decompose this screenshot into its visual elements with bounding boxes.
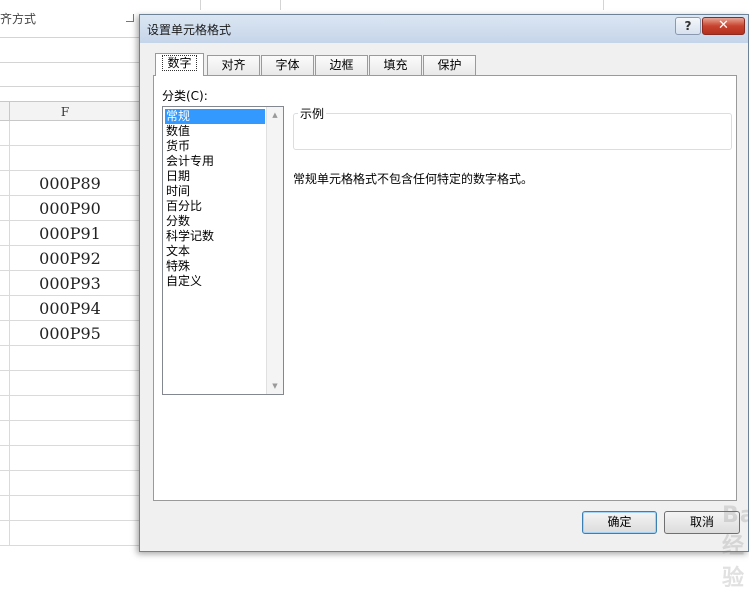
cell[interactable]: 000P94 (10, 296, 130, 321)
grid-row (0, 446, 140, 471)
formula-bar-bottom (0, 86, 140, 87)
cell[interactable] (10, 371, 130, 396)
category-item-time[interactable]: 时间 (165, 184, 265, 199)
dialog-titlebar[interactable]: 设置单元格格式 ? ✕ (140, 15, 748, 43)
ribbon-group-alignment-label: 齐方式 (0, 12, 37, 26)
dialog-title: 设置单元格格式 (147, 23, 232, 37)
cell[interactable] (10, 446, 130, 471)
cell[interactable] (10, 421, 130, 446)
category-scrollbar[interactable]: ▲ ▼ (266, 107, 283, 394)
sample-groupbox: 示例 (293, 105, 732, 150)
ok-button[interactable]: 确定 (582, 511, 657, 534)
grid-row: 000P94 (0, 296, 140, 321)
column-header-f[interactable]: F (10, 102, 150, 122)
category-label: 分类(C): (162, 89, 208, 103)
cell[interactable]: 000P92 (10, 246, 130, 271)
ribbon-bottom-border (0, 37, 140, 38)
category-item-general[interactable]: 常规 (165, 109, 265, 124)
grid-row: 000P89 (0, 171, 140, 196)
cell[interactable] (10, 496, 130, 521)
cell[interactable]: 000P91 (10, 221, 130, 246)
sample-legend: 示例 (298, 105, 327, 122)
tab-number[interactable]: 数字 (155, 53, 204, 76)
tab-font[interactable]: 字体 (261, 55, 314, 75)
format-cells-dialog: 设置单元格格式 ? ✕ 数字 对齐 字体 边框 填充 保护 分类(C): 常规 … (139, 14, 749, 591)
tab-fill[interactable]: 填充 (369, 55, 422, 75)
scroll-down-icon[interactable]: ▼ (267, 378, 283, 394)
category-description: 常规单元格格式不包含任何特定的数字格式。 (293, 172, 534, 186)
grid-row (0, 346, 140, 371)
tab-number-label: 数字 (162, 55, 197, 71)
formula-bar-top (0, 62, 140, 63)
cell[interactable]: 000P95 (10, 321, 130, 346)
ribbon-divider (280, 0, 281, 10)
cell[interactable]: 000P93 (10, 271, 130, 296)
cell[interactable] (10, 396, 130, 421)
category-item-fraction[interactable]: 分数 (165, 214, 265, 229)
tab-border[interactable]: 边框 (315, 55, 368, 75)
grid-row (0, 121, 140, 146)
category-item-percentage[interactable]: 百分比 (165, 199, 265, 214)
scroll-up-icon[interactable]: ▲ (267, 107, 283, 123)
cancel-button[interactable]: 取消 (664, 511, 740, 534)
cell[interactable] (10, 346, 130, 371)
category-item-date[interactable]: 日期 (165, 169, 265, 184)
category-listbox[interactable]: 常规 数值 货币 会计专用 日期 时间 百分比 分数 科学记数 文本 特殊 自定… (162, 106, 284, 395)
cell[interactable]: 000P89 (10, 171, 130, 196)
grid-row (0, 371, 140, 396)
help-button[interactable]: ? (675, 17, 701, 35)
category-item-number[interactable]: 数值 (165, 124, 265, 139)
category-item-currency[interactable]: 货币 (165, 139, 265, 154)
grid-row: 000P95 (0, 321, 140, 346)
close-button[interactable]: ✕ (702, 17, 745, 35)
grid-row (0, 146, 140, 171)
category-item-special[interactable]: 特殊 (165, 259, 265, 274)
grid-row (0, 471, 140, 496)
grid-row (0, 396, 140, 421)
category-item-text[interactable]: 文本 (165, 244, 265, 259)
ribbon-divider (200, 0, 201, 10)
category-list: 常规 数值 货币 会计专用 日期 时间 百分比 分数 科学记数 文本 特殊 自定… (165, 109, 265, 289)
tab-alignment[interactable]: 对齐 (207, 55, 260, 75)
grid-row (0, 421, 140, 446)
grid-row (0, 521, 140, 546)
grid-row: 000P92 (0, 246, 140, 271)
grid-row (0, 496, 140, 521)
cell-grid: 000P89 000P90 000P91 000P92 000P93 000P9… (0, 121, 140, 546)
grid-row: 000P91 (0, 221, 140, 246)
column-header-row: F (0, 101, 140, 122)
cell[interactable] (10, 146, 130, 171)
tab-protection[interactable]: 保护 (423, 55, 476, 75)
category-item-scientific[interactable]: 科学记数 (165, 229, 265, 244)
number-tab-panel: 分类(C): 常规 数值 货币 会计专用 日期 时间 百分比 分数 科学记数 文… (153, 75, 737, 501)
cell[interactable] (10, 471, 130, 496)
cell[interactable] (10, 521, 130, 546)
cell[interactable]: 000P90 (10, 196, 130, 221)
dialog-launcher-icon[interactable] (126, 14, 134, 22)
category-item-accounting[interactable]: 会计专用 (165, 154, 265, 169)
cell[interactable] (10, 121, 130, 146)
grid-row: 000P93 (0, 271, 140, 296)
ribbon-divider (603, 0, 604, 10)
category-item-custom[interactable]: 自定义 (165, 274, 265, 289)
grid-row: 000P90 (0, 196, 140, 221)
